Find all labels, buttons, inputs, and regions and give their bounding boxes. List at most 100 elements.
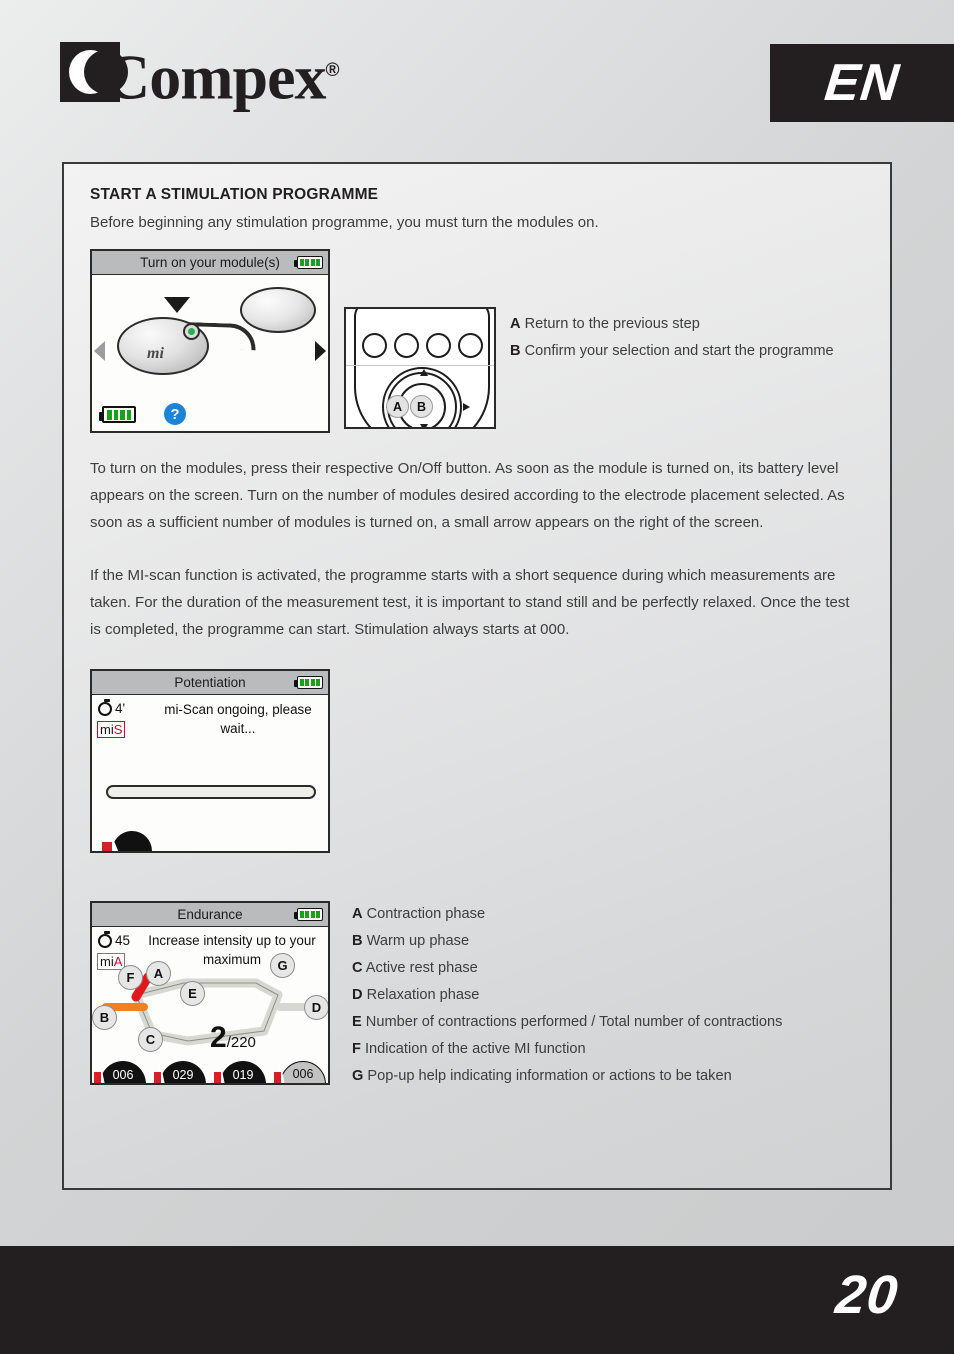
power-button-icon — [183, 323, 200, 340]
screen-titlebar: Endurance — [92, 903, 328, 927]
endurance-legend-list: A Contraction phase B Warm up phase C Ac… — [352, 901, 864, 1090]
callout-c: C — [138, 1027, 163, 1052]
content-panel: START A STIMULATION PROGRAMME Before beg… — [62, 162, 892, 1190]
legend-key: B — [352, 933, 363, 949]
legend-text: Relaxation phase — [366, 987, 480, 1003]
module-primary-illustration: mi — [117, 317, 209, 389]
screen-titlebar: Turn on your module(s) — [92, 251, 328, 275]
contractions-total: /220 — [226, 1034, 256, 1051]
soft-button-2[interactable] — [394, 333, 419, 358]
channel-value: 029 — [160, 1061, 206, 1083]
page-number: 20 — [832, 1265, 902, 1325]
nav-down-icon — [420, 424, 428, 427]
legend-item: E Number of contractions performed / Tot… — [352, 1009, 864, 1036]
paragraph-1: To turn on the modules, press their resp… — [90, 460, 845, 531]
turn-on-figure-row: Turn on your module(s) mi ? A B A Return… — [90, 249, 864, 433]
callout-f: F — [118, 965, 143, 990]
soft-button-3[interactable] — [426, 333, 451, 358]
legend-item: G Pop-up help indicating information or … — [352, 1063, 864, 1090]
screen-turn-on-modules: Turn on your module(s) mi ? — [90, 249, 330, 433]
button-legend-list: A Return to the previous step B Confirm … — [510, 311, 864, 365]
logo-brand-text: Compex — [104, 41, 327, 113]
mi-badge-prefix: mi — [100, 954, 114, 969]
legend-text: Pop-up help indicating information or ac… — [367, 1068, 732, 1084]
callout-b: B — [410, 395, 433, 418]
help-icon[interactable]: ? — [164, 403, 186, 425]
screen-title-text: Endurance — [177, 907, 243, 922]
battery-icon — [294, 908, 323, 921]
legend-text: Number of contractions performed / Total… — [365, 1014, 783, 1030]
legend-key: E — [352, 1014, 362, 1030]
channel-value: 019 — [220, 1061, 266, 1083]
legend-key: A — [352, 906, 363, 922]
nav-arrow-left-icon[interactable] — [94, 341, 105, 361]
mi-badge-suffix: A — [113, 954, 123, 969]
paragraph-2: If the MI-scan function is activated, th… — [90, 567, 850, 638]
intro-text: Before beginning any stimulation program… — [90, 214, 599, 231]
legend-item: A Contraction phase — [352, 901, 864, 928]
screen-potentiation: Potentiation 4' miS mi-Scan ongoing, ple… — [90, 669, 330, 853]
callout-e: E — [180, 981, 205, 1006]
nav-arrow-right-icon[interactable] — [315, 341, 326, 361]
battery-icon — [294, 256, 323, 269]
screen-message: mi-Scan ongoing, please wait... — [164, 702, 312, 736]
page-title: START A STIMULATION PROGRAMME — [90, 186, 379, 203]
channel-indicator[interactable]: 006 — [92, 1059, 152, 1083]
callout-g: G — [270, 953, 295, 978]
legend-key: G — [352, 1068, 364, 1084]
nav-right-icon — [463, 403, 470, 411]
legend-text: Return to the previous step — [524, 316, 700, 332]
pointer-down-icon — [164, 297, 190, 313]
channel-indicator[interactable]: 006 — [272, 1059, 328, 1083]
stopwatch-icon — [98, 930, 112, 948]
potentiation-figure-row: Potentiation 4' miS mi-Scan ongoing, ple… — [90, 669, 864, 853]
legend-key: C — [352, 960, 363, 976]
language-tab[interactable]: EN — [770, 44, 954, 122]
channel-value: 006 — [100, 1061, 146, 1083]
mi-badge-prefix: mi — [100, 722, 114, 737]
battery-level-icon — [99, 406, 136, 423]
legend-text: Contraction phase — [366, 906, 486, 922]
module-mi-label: mi — [147, 345, 164, 362]
channel-value: 006 — [280, 1061, 326, 1083]
module-secondary-illustration — [240, 287, 316, 343]
screen-body: 4' miS mi-Scan ongoing, please wait... — [92, 695, 328, 851]
battery-icon — [294, 676, 323, 689]
soft-button-1[interactable] — [362, 333, 387, 358]
timer-value: 45 — [115, 933, 131, 948]
page-footer: 20 — [0, 1246, 954, 1354]
timer-value: 4' — [115, 701, 126, 716]
callout-a: A — [146, 961, 171, 986]
language-tab-label: EN — [821, 54, 903, 112]
screen-titlebar: Potentiation — [92, 671, 328, 695]
callout-d: D — [304, 995, 328, 1020]
shell-divider — [346, 365, 494, 366]
logo-wordmark: Compex® — [104, 42, 340, 109]
screen-title-text: Turn on your module(s) — [140, 255, 280, 270]
legend-text: Active rest phase — [365, 960, 478, 976]
legend-key: A — [510, 316, 521, 332]
screen-body: mi ? — [92, 275, 328, 431]
legend-text: Indication of the active MI function — [364, 1041, 586, 1057]
legend-item: B Warm up phase — [352, 928, 864, 955]
device-button-pad-diagram: A B — [344, 307, 496, 429]
mountain-flag-icon — [98, 829, 152, 851]
legend-key: B — [510, 343, 521, 359]
channel-indicator[interactable]: 019 — [212, 1059, 272, 1083]
channel-indicator[interactable]: 029 — [152, 1059, 212, 1083]
registered-trademark-icon: ® — [325, 60, 340, 81]
callout-a: A — [386, 395, 409, 418]
endurance-figure-row: Endurance 45 miA Increase intensity up t… — [90, 901, 864, 1090]
timer-display: 45 — [98, 930, 131, 948]
callout-b: B — [92, 1005, 117, 1030]
timer-display: 4' — [98, 698, 126, 716]
screen-title-text: Potentiation — [174, 675, 246, 690]
mi-badge-suffix: S — [113, 722, 123, 737]
nav-up-icon — [420, 369, 428, 376]
legend-item: D Relaxation phase — [352, 982, 864, 1009]
page-header: Compex® EN — [0, 0, 954, 130]
screen-body: 45 miA Increase intensity up to your max… — [92, 927, 328, 1083]
legend-item: C Active rest phase — [352, 955, 864, 982]
screen-endurance: Endurance 45 miA Increase intensity up t… — [90, 901, 330, 1085]
soft-button-4[interactable] — [458, 333, 483, 358]
